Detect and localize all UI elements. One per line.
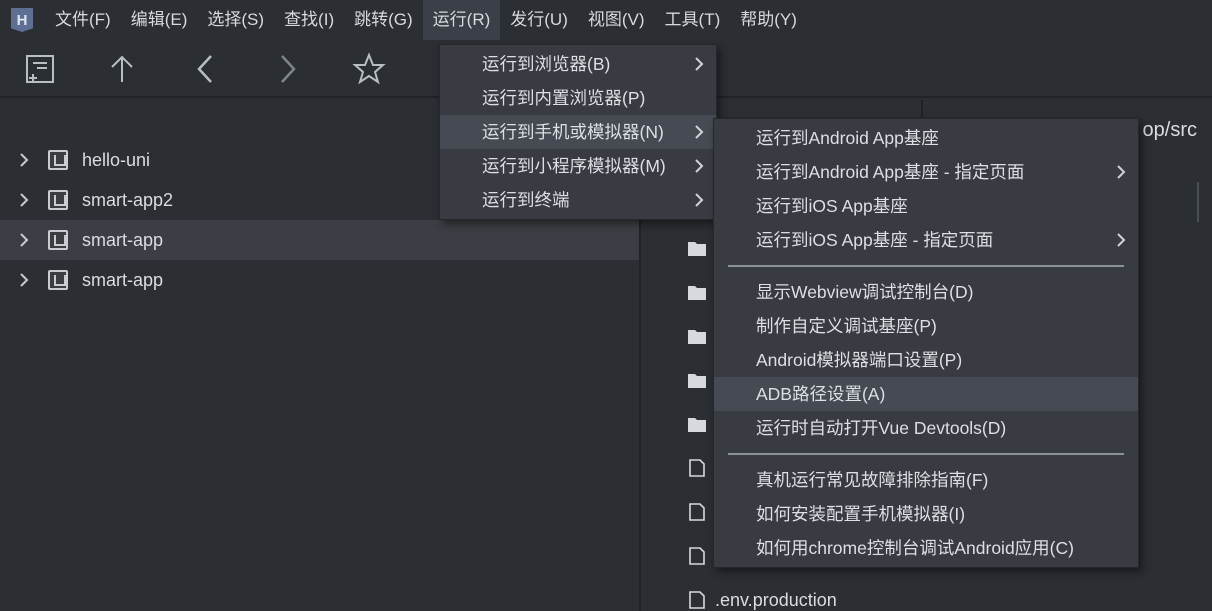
menu-item-label: ADB路径设置(A) bbox=[756, 384, 886, 404]
tree-item-label: smart-app2 bbox=[82, 189, 174, 210]
menu-item-android-base[interactable]: 运行到Android App基座 bbox=[714, 121, 1138, 155]
menu-separator bbox=[728, 265, 1124, 267]
menu-item-troubleshooting[interactable]: 真机运行常见故障排除指南(F) bbox=[714, 463, 1138, 497]
tree-item-label: smart-app bbox=[82, 229, 164, 250]
file-icon bbox=[687, 459, 707, 477]
menu-item-install-emulator[interactable]: 如何安装配置手机模拟器(I) bbox=[714, 497, 1138, 531]
chevron-right-icon bbox=[1116, 155, 1126, 189]
menu-item-label: 运行到iOS App基座 - 指定页面 bbox=[756, 230, 994, 250]
menu-item-ios-base-page[interactable]: 运行到iOS App基座 - 指定页面 bbox=[714, 223, 1138, 257]
menu-item-ios-base[interactable]: 运行到iOS App基座 bbox=[714, 189, 1138, 223]
menu-item-webview-console[interactable]: 显示Webview调试控制台(D) bbox=[714, 275, 1138, 309]
folder-icon bbox=[687, 327, 707, 345]
chevron-right-icon bbox=[694, 149, 704, 183]
menu-item-label: 运行到内置浏览器(P) bbox=[482, 88, 646, 108]
menu-item-label: 运行到iOS App基座 bbox=[756, 196, 908, 216]
menu-item-label: 运行到小程序模拟器(M) bbox=[482, 156, 666, 176]
forward-chevron-icon[interactable] bbox=[270, 52, 304, 86]
new-project-icon[interactable] bbox=[23, 52, 57, 86]
menu-item-label: 制作自定义调试基座(P) bbox=[756, 316, 937, 336]
menu-item-run-to-builtin-browser[interactable]: 运行到内置浏览器(P) bbox=[440, 81, 716, 115]
menu-item-chrome-debug[interactable]: 如何用chrome控制台调试Android应用(C) bbox=[714, 531, 1138, 565]
menu-separator bbox=[728, 453, 1124, 455]
file-icon bbox=[687, 591, 707, 609]
menu-item-label: 运行到浏览器(B) bbox=[482, 54, 611, 74]
menu-item-label: 运行到手机或模拟器(N) bbox=[482, 122, 664, 142]
tree-item-smart-app[interactable]: smart-app bbox=[0, 220, 639, 260]
menu-goto[interactable]: 跳转(G) bbox=[344, 0, 423, 40]
menu-item-vue-devtools[interactable]: 运行时自动打开Vue Devtools(D) bbox=[714, 411, 1138, 445]
chevron-right-icon bbox=[1116, 223, 1126, 257]
arrow-up-icon[interactable] bbox=[105, 52, 139, 86]
menu-item-label: Android模拟器端口设置(P) bbox=[756, 350, 963, 370]
chevron-right-icon[interactable] bbox=[18, 232, 38, 248]
hbuilder-logo: H bbox=[11, 8, 33, 32]
menu-file[interactable]: 文件(F) bbox=[45, 0, 121, 40]
menu-item-run-to-terminal[interactable]: 运行到终端 bbox=[440, 183, 716, 217]
uni-project-icon bbox=[48, 270, 68, 290]
chevron-right-icon[interactable] bbox=[18, 152, 38, 168]
back-chevron-icon[interactable] bbox=[189, 52, 223, 86]
folder-icon bbox=[687, 283, 707, 301]
file-icon bbox=[687, 547, 707, 565]
tree-item-label: hello-uni bbox=[82, 149, 151, 170]
chevron-right-icon bbox=[694, 47, 704, 81]
menu-view[interactable]: 视图(V) bbox=[578, 0, 655, 40]
scrollbar[interactable] bbox=[1197, 182, 1199, 222]
menu-item-run-to-miniprogram[interactable]: 运行到小程序模拟器(M) bbox=[440, 149, 716, 183]
device-submenu: 运行到Android App基座 运行到Android App基座 - 指定页面… bbox=[713, 118, 1139, 568]
tree-item-smart-app-2[interactable]: smart-app bbox=[0, 260, 639, 300]
file-icon bbox=[687, 503, 707, 521]
menu-item-android-base-page[interactable]: 运行到Android App基座 - 指定页面 bbox=[714, 155, 1138, 189]
menu-item-label: 显示Webview调试控制台(D) bbox=[756, 282, 974, 302]
menu-tools[interactable]: 工具(T) bbox=[655, 0, 731, 40]
star-icon[interactable] bbox=[352, 52, 386, 86]
uni-project-icon bbox=[48, 190, 68, 210]
chevron-right-icon[interactable] bbox=[18, 272, 38, 288]
menu-item-run-to-device[interactable]: 运行到手机或模拟器(N) bbox=[440, 115, 716, 149]
menu-item-label: 运行到Android App基座 bbox=[756, 128, 939, 148]
chevron-right-icon bbox=[694, 115, 704, 149]
menu-item-label: 运行时自动打开Vue Devtools(D) bbox=[756, 418, 1007, 438]
menu-run[interactable]: 运行(R) bbox=[422, 0, 501, 40]
uni-project-icon bbox=[48, 150, 68, 170]
file-row-env-production[interactable]: .env.production bbox=[641, 580, 1212, 611]
menu-help[interactable]: 帮助(Y) bbox=[730, 0, 807, 40]
tree-item-label: smart-app bbox=[82, 269, 164, 290]
menu-item-label: 如何用chrome控制台调试Android应用(C) bbox=[756, 538, 1074, 558]
menu-item-emulator-port[interactable]: Android模拟器端口设置(P) bbox=[714, 343, 1138, 377]
menu-find[interactable]: 查找(I) bbox=[274, 0, 344, 40]
menu-item-label: 如何安装配置手机模拟器(I) bbox=[756, 504, 966, 524]
run-menu-dropdown: 运行到浏览器(B) 运行到内置浏览器(P) 运行到手机或模拟器(N) 运行到小程… bbox=[439, 44, 717, 220]
menu-select[interactable]: 选择(S) bbox=[197, 0, 274, 40]
folder-icon bbox=[687, 371, 707, 389]
menu-item-label: 运行到Android App基座 - 指定页面 bbox=[756, 162, 1025, 182]
menu-publish[interactable]: 发行(U) bbox=[500, 0, 578, 40]
chevron-right-icon bbox=[694, 183, 704, 217]
menu-item-adb-path[interactable]: ADB路径设置(A) bbox=[714, 377, 1138, 411]
menu-item-label: 真机运行常见故障排除指南(F) bbox=[756, 470, 989, 490]
folder-icon bbox=[687, 239, 707, 257]
menu-item-label: 运行到终端 bbox=[482, 190, 570, 210]
menu-bar: H 文件(F) 编辑(E) 选择(S) 查找(I) 跳转(G) 运行(R) 发行… bbox=[0, 0, 1212, 40]
folder-icon bbox=[687, 415, 707, 433]
uni-project-icon bbox=[48, 230, 68, 250]
chevron-right-icon[interactable] bbox=[18, 192, 38, 208]
menu-item-run-to-browser[interactable]: 运行到浏览器(B) bbox=[440, 47, 716, 81]
file-label: .env.production bbox=[715, 589, 837, 610]
menu-item-custom-base[interactable]: 制作自定义调试基座(P) bbox=[714, 309, 1138, 343]
menu-edit[interactable]: 编辑(E) bbox=[121, 0, 198, 40]
